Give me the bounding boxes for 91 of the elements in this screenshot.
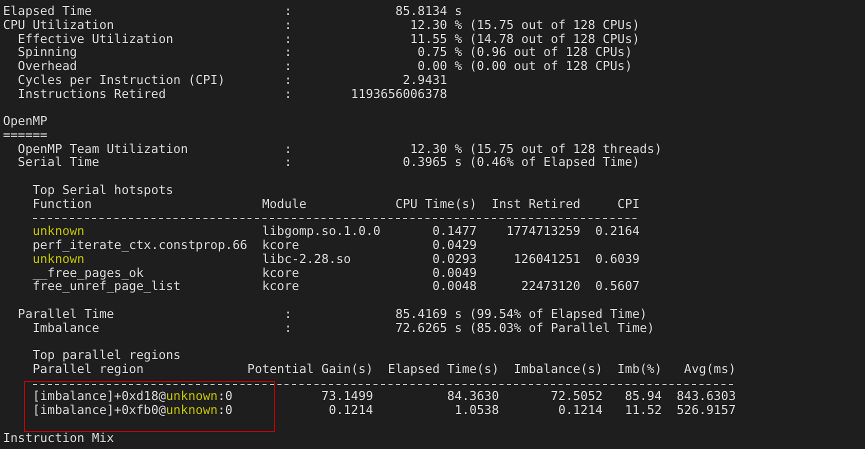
table-cell-text: perf_iterate_ctx.constprop.66	[32, 239, 248, 253]
table-cell-text: unknown	[32, 252, 84, 267]
column-header: Parallel region	[32, 362, 144, 377]
column-header: Elapsed Time(s)	[386, 362, 499, 377]
column-header: CPI	[616, 198, 640, 212]
colon-separator: :	[284, 156, 292, 170]
table-cell-text: 0.0049	[431, 266, 477, 280]
table-cell-text: __free_pages_ok	[32, 266, 144, 280]
metric-value: 11.55	[409, 32, 448, 46]
colon-separator: :	[284, 60, 292, 74]
metric-label: OpenMP Team Utilization	[18, 142, 190, 156]
table-cell-text: [imbalance]+0xd18@unknown:0	[32, 390, 234, 404]
colon-separator: :	[284, 32, 292, 46]
table-title: Top parallel regions	[32, 349, 181, 363]
metric-label: Overhead	[18, 60, 78, 74]
column-header: Function	[32, 198, 93, 212]
table-cell-text: free_unref_page_list	[32, 280, 182, 294]
metric-label: Cycles per Instruction (CPI)	[18, 74, 226, 88]
table-cell-text: 0.6039	[594, 252, 640, 267]
table-cell-text: 843.6303	[676, 390, 736, 404]
table-cell-text: 1774713259	[505, 225, 580, 240]
metric-value: 2.9431	[402, 74, 448, 88]
colon-separator: :	[284, 5, 292, 19]
column-header: Avg(ms)	[683, 362, 736, 377]
metric-value: 85.4169	[394, 308, 448, 322]
column-header: Inst Retired	[490, 198, 580, 212]
table-cell-text: libgomp.so.1.0.0	[262, 225, 382, 240]
metric-detail: % (14.78 out of 128 CPUs)	[454, 32, 640, 46]
metric-detail: % (15.75 out of 128 threads)	[454, 142, 662, 156]
metric-label: Effective Utilization	[18, 32, 174, 46]
table-cell-text: 0.0429	[431, 239, 477, 253]
table-cell-text: 84.3630	[446, 390, 499, 404]
table-cell-text: 11.52	[624, 404, 662, 418]
metric-label: Imbalance	[32, 322, 100, 336]
table-cell-text: 73.1499	[320, 390, 374, 404]
metric-detail: s	[454, 5, 462, 19]
table-cell-text: 0.5607	[594, 280, 640, 294]
column-header: CPU Time(s)	[395, 198, 477, 212]
metric-value: 85.8134	[394, 5, 448, 19]
colon-separator: :	[284, 322, 292, 336]
table-cell-text: 1.0538	[454, 404, 499, 418]
metric-detail: % (15.75 out of 128 CPUs)	[454, 18, 640, 33]
column-header: Module	[262, 198, 308, 212]
metric-label: CPU Utilization	[3, 18, 116, 33]
metric-value: 12.30	[409, 18, 448, 33]
table-cell-text: 0.1477	[431, 225, 477, 240]
metric-value: 1193656006378	[350, 88, 448, 102]
metric-label: Spinning	[18, 46, 78, 60]
metric-value: 0.00	[416, 60, 448, 74]
table-cell-text: kcore	[262, 239, 300, 253]
table-cell-text: 0.1214	[328, 404, 374, 418]
table-cell-text: libc-2.28.so	[262, 252, 352, 267]
metric-detail: s (0.46% of Elapsed Time)	[454, 156, 640, 170]
table-cell-text: 0.0293	[431, 252, 477, 267]
metric-label: Elapsed Time	[3, 5, 93, 19]
colon-separator: :	[284, 88, 292, 102]
section-title: Instruction Mix	[3, 432, 114, 446]
table-cell-text: 0.1214	[557, 404, 603, 418]
table-cell-text: 85.94	[624, 390, 662, 404]
metric-label: Instructions Retired	[18, 88, 167, 102]
column-header: Imbalance(s)	[512, 362, 603, 377]
table-cell-text: kcore	[262, 280, 300, 294]
table-title: Top Serial hotspots	[32, 184, 174, 198]
section-title: OpenMP	[3, 115, 48, 129]
metric-detail: % (0.00 out of 128 CPUs)	[454, 60, 632, 74]
section-underline: ======	[3, 128, 48, 143]
metric-detail: % (0.96 out of 128 CPUs)	[454, 46, 632, 60]
metric-value: 72.6265	[394, 322, 448, 336]
metric-value: 0.3965	[402, 156, 448, 170]
table-cell-text: [imbalance]+0xfb0@unknown:0	[32, 404, 234, 418]
table-cell-text: 22473120	[520, 280, 580, 294]
colon-separator: :	[284, 74, 292, 88]
metric-detail: s (85.03% of Parallel Time)	[454, 322, 654, 336]
table-cell-text: 126041251	[512, 252, 580, 267]
metric-value: 12.30	[409, 142, 448, 156]
column-header: Potential Gain(s)	[247, 362, 374, 377]
colon-separator: :	[284, 308, 292, 322]
table-cell-text: unknown	[32, 225, 86, 240]
table-cell-text: 526.9157	[676, 404, 736, 418]
column-header: Imb(%)	[616, 362, 662, 377]
colon-separator: :	[284, 46, 292, 60]
colon-separator: :	[284, 142, 292, 156]
table-cell-text: kcore	[262, 266, 300, 280]
metric-detail: s (99.54% of Elapsed Time)	[454, 308, 648, 322]
table-cell-text: 0.0048	[431, 280, 477, 294]
table-cell-text: 0.2164	[594, 225, 640, 240]
metric-label: Serial Time	[18, 156, 100, 170]
table-cell-text: 72.5052	[550, 390, 603, 404]
colon-separator: :	[284, 18, 292, 33]
metric-value: 0.75	[416, 46, 448, 60]
metric-label: Parallel Time	[18, 308, 116, 322]
